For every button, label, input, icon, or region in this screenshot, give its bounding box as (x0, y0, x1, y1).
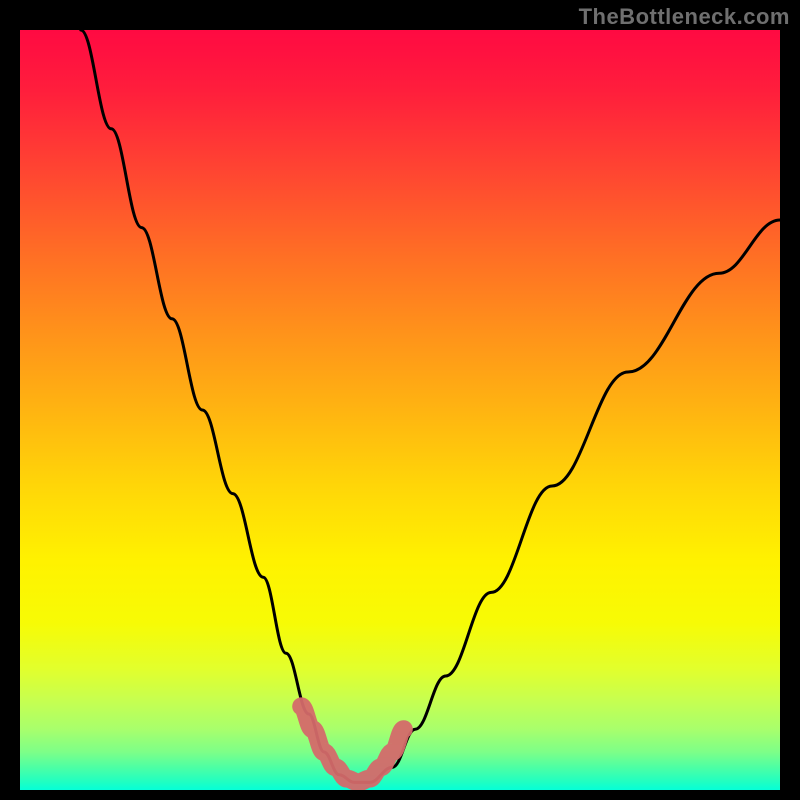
curve-layer (20, 30, 780, 790)
optimal-range-highlight (301, 706, 404, 782)
watermark-text: TheBottleneck.com (579, 4, 790, 30)
plot-area (20, 30, 780, 790)
chart-frame: TheBottleneck.com (0, 0, 800, 800)
bottleneck-curve (81, 30, 780, 782)
